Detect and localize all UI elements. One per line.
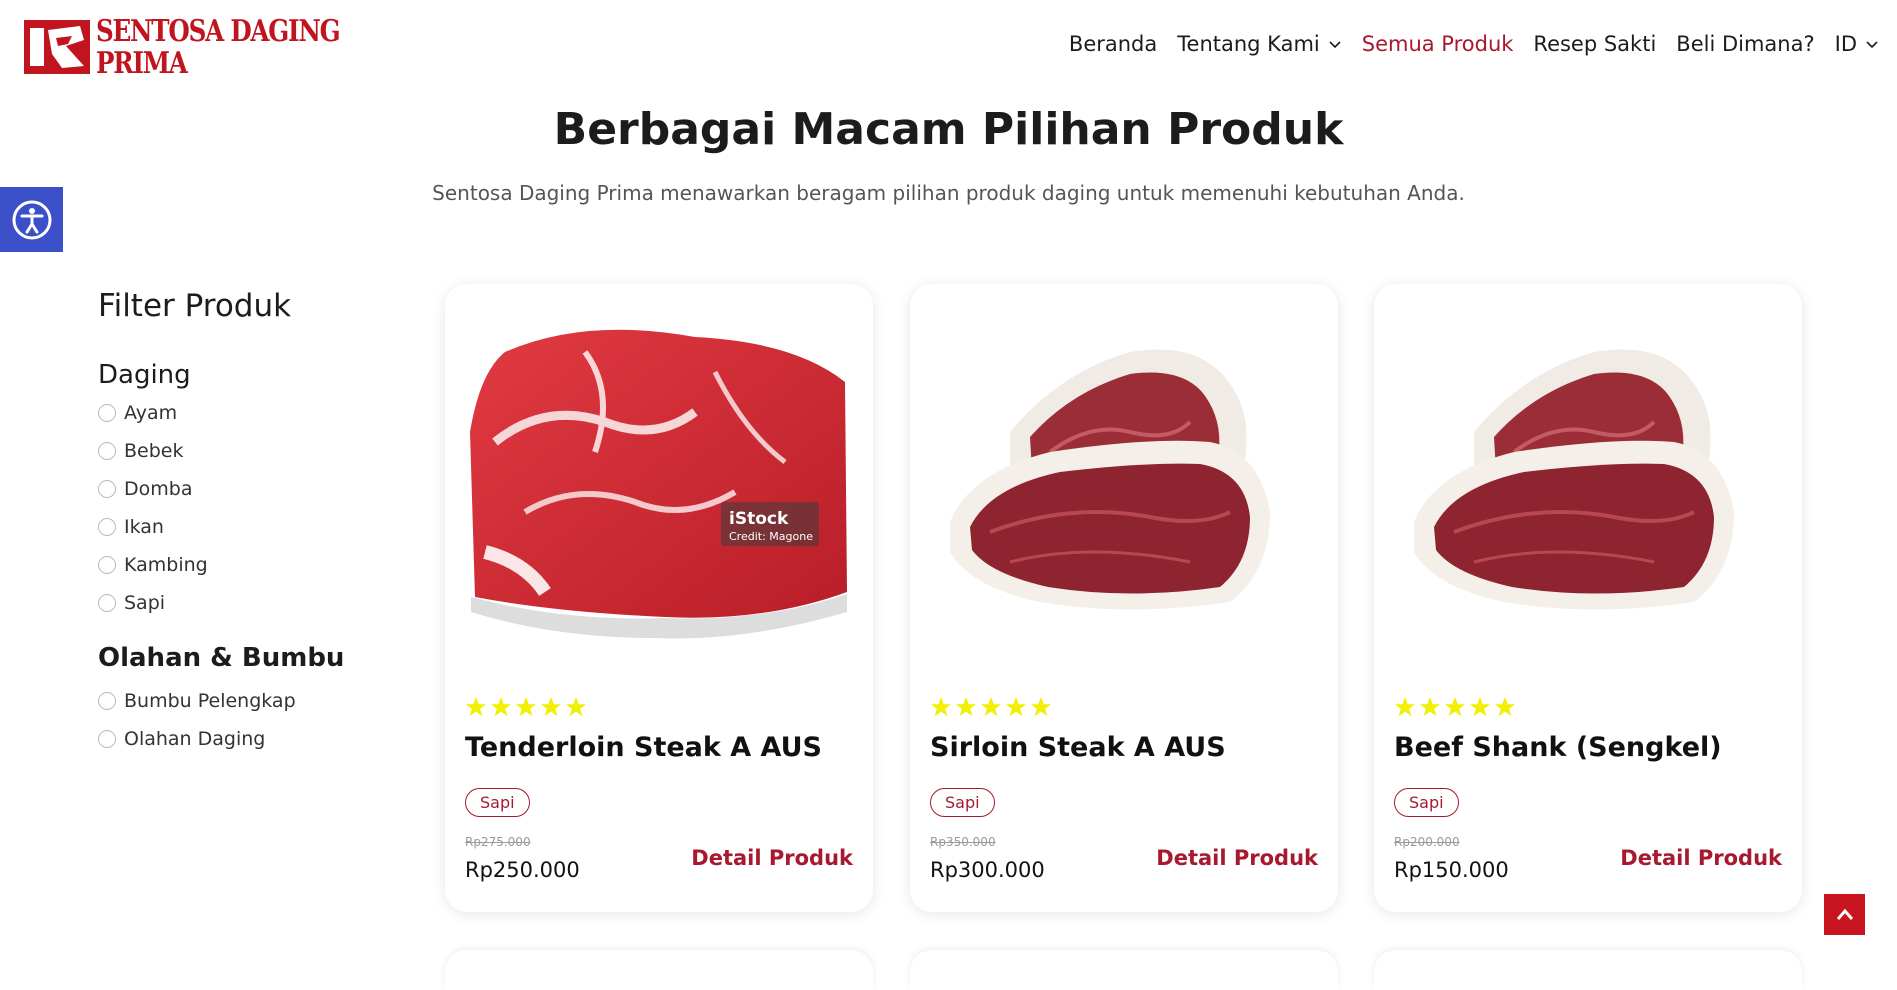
product-card-partial[interactable]	[1374, 950, 1802, 990]
category-badge: Sapi	[1394, 788, 1459, 817]
filter-option-olahan-daging[interactable]: Olahan Daging	[98, 728, 265, 750]
star-icon	[1030, 696, 1052, 717]
star-icon	[1494, 696, 1516, 717]
product-name[interactable]: Sirloin Steak A AUS	[930, 732, 1226, 763]
filter-option-label: Kambing	[124, 554, 208, 576]
filter-title: Filter Produk	[98, 288, 292, 324]
watermark-text: iStock	[729, 509, 789, 529]
language-selector[interactable]: ID	[1835, 32, 1879, 56]
filter-group-daging-title: Daging	[98, 360, 191, 390]
chevron-down-icon	[1866, 41, 1878, 49]
filter-option-label: Bebek	[124, 440, 184, 462]
rating-stars	[1394, 696, 1516, 718]
detail-product-link[interactable]: Detail Produk	[691, 846, 853, 870]
rating-stars	[465, 696, 587, 718]
product-card-sirloin[interactable]: Sirloin Steak A AUS Sapi Rp350.000 Rp300…	[910, 284, 1338, 912]
nav-item-semua-produk[interactable]: Semua Produk	[1362, 32, 1514, 56]
scroll-to-top-button[interactable]	[1824, 894, 1865, 935]
radio-button[interactable]	[98, 480, 116, 498]
radio-button[interactable]	[98, 692, 116, 710]
filter-option-bumbu-pelengkap[interactable]: Bumbu Pelengkap	[98, 690, 296, 712]
logo-mark-icon	[24, 20, 90, 74]
star-icon	[540, 696, 562, 717]
star-icon	[1394, 696, 1416, 717]
filter-option-domba[interactable]: Domba	[98, 478, 192, 500]
price: Rp300.000	[930, 858, 1045, 882]
filter-option-kambing[interactable]: Kambing	[98, 554, 208, 576]
product-image: iStock Credit: Magone	[470, 329, 847, 639]
radio-button[interactable]	[98, 404, 116, 422]
chevron-up-icon	[1836, 908, 1853, 920]
price: Rp150.000	[1394, 858, 1509, 882]
filter-option-sapi[interactable]: Sapi	[98, 592, 165, 614]
product-card-tenderloin[interactable]: iStock Credit: Magone Tenderloin Steak A…	[445, 284, 873, 912]
main-nav: Beranda Tentang Kami Semua Produk Resep …	[1069, 32, 1879, 56]
brand-line2: PRIMA	[96, 46, 188, 81]
nav-label: Beranda	[1068, 32, 1158, 56]
star-icon	[1419, 696, 1441, 717]
brand-name: SENTOSA DAGING PRIMA	[96, 14, 341, 81]
detail-product-link[interactable]: Detail Produk	[1620, 846, 1782, 870]
product-card-partial[interactable]	[910, 950, 1338, 990]
nav-label: Beli Dimana?	[1676, 32, 1815, 56]
filter-option-ayam[interactable]: Ayam	[98, 402, 177, 424]
category-badge: Sapi	[930, 788, 995, 817]
watermark-credit: Credit: Magone	[729, 530, 813, 543]
filter-option-label: Domba	[124, 478, 193, 500]
product-image	[950, 349, 1270, 610]
filter-option-label: Ikan	[124, 516, 164, 538]
language-label: ID	[1834, 32, 1857, 56]
brand-line1: SENTOSA DAGING	[96, 14, 341, 49]
old-price: Rp350.000	[930, 835, 996, 849]
filter-option-label: Olahan Daging	[124, 728, 266, 750]
star-icon	[1444, 696, 1466, 717]
old-price: Rp275.000	[465, 835, 531, 849]
filter-option-label: Sapi	[124, 592, 166, 614]
product-image	[1414, 349, 1734, 610]
radio-button[interactable]	[98, 518, 116, 536]
star-icon	[515, 696, 537, 717]
category-badge: Sapi	[465, 788, 530, 817]
radio-button[interactable]	[98, 730, 116, 748]
radio-button[interactable]	[98, 594, 116, 612]
nav-label: Tentang Kami	[1177, 32, 1320, 56]
page-title: Berbagai Macam Pilihan Produk	[553, 104, 1344, 155]
nav-item-beranda[interactable]: Beranda	[1069, 32, 1157, 56]
star-icon	[930, 696, 952, 717]
price: Rp250.000	[465, 858, 580, 882]
star-icon	[1005, 696, 1027, 717]
product-name[interactable]: Beef Shank (Sengkel)	[1394, 732, 1722, 763]
product-name[interactable]: Tenderloin Steak A AUS	[465, 732, 822, 763]
star-icon	[465, 696, 487, 717]
star-icon	[955, 696, 977, 717]
rating-stars	[930, 696, 1052, 718]
nav-label: Resep Sakti	[1533, 32, 1657, 56]
nav-item-tentang-kami[interactable]: Tentang Kami	[1177, 32, 1341, 56]
chevron-down-icon	[1329, 41, 1341, 49]
nav-item-resep-sakti[interactable]: Resep Sakti	[1533, 32, 1656, 56]
filter-group-olahan-title: Olahan & Bumbu	[98, 643, 345, 673]
nav-label: Semua Produk	[1361, 32, 1514, 56]
filter-option-label: Bumbu Pelengkap	[124, 690, 296, 712]
star-icon	[490, 696, 512, 717]
star-icon	[1469, 696, 1491, 717]
filter-option-label: Ayam	[124, 402, 178, 424]
star-icon	[980, 696, 1002, 717]
filter-option-ikan[interactable]: Ikan	[98, 516, 164, 538]
detail-product-link[interactable]: Detail Produk	[1156, 846, 1318, 870]
old-price: Rp200.000	[1394, 835, 1460, 849]
filter-option-bebek[interactable]: Bebek	[98, 440, 183, 462]
product-card-partial[interactable]	[445, 950, 873, 990]
brand-logo[interactable]: SENTOSA DAGING PRIMA	[22, 16, 393, 80]
radio-button[interactable]	[98, 556, 116, 574]
product-card-beef-shank[interactable]: Beef Shank (Sengkel) Sapi Rp200.000 Rp15…	[1374, 284, 1802, 912]
radio-button[interactable]	[98, 442, 116, 460]
page-subtitle: Sentosa Daging Prima menawarkan beragam …	[432, 181, 1465, 205]
nav-item-beli-dimana[interactable]: Beli Dimana?	[1676, 32, 1814, 56]
star-icon	[565, 696, 587, 717]
